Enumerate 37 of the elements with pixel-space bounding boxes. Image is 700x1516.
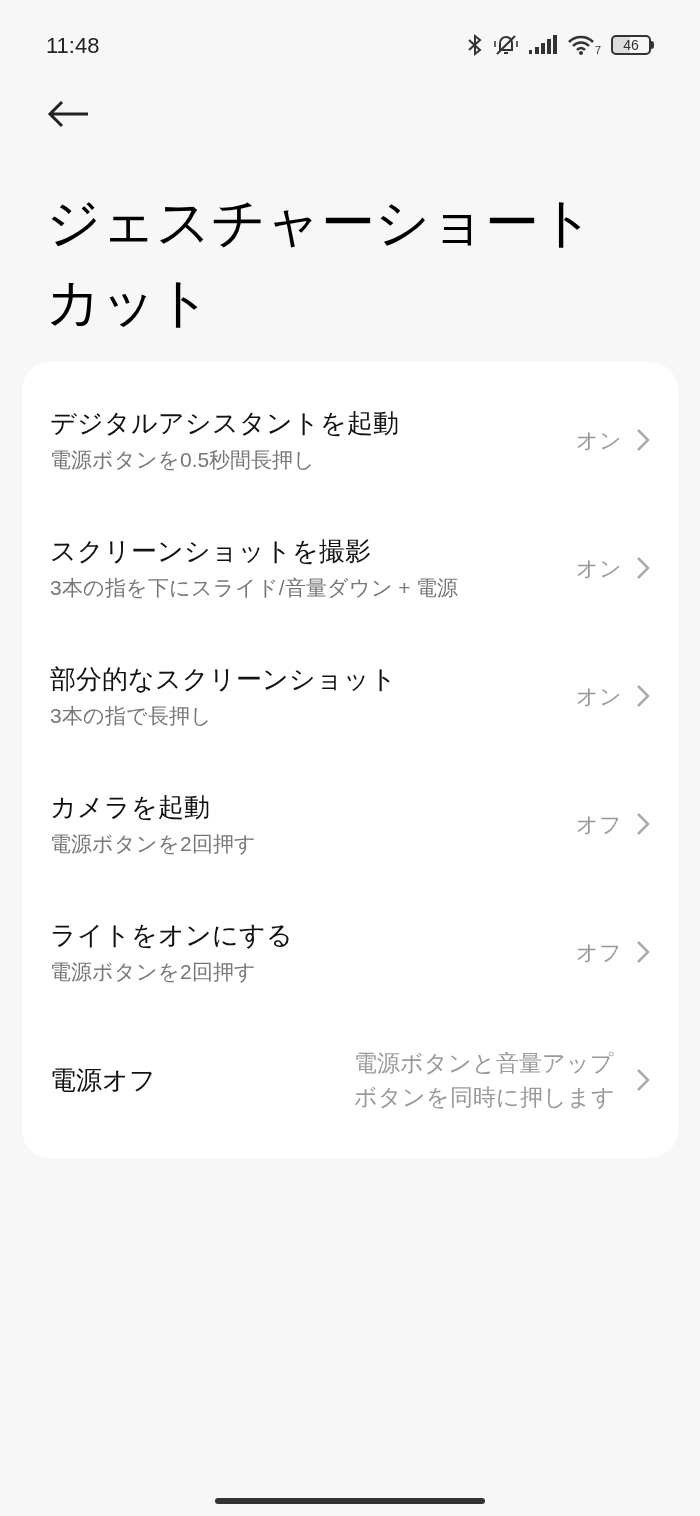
chevron-right-icon — [636, 684, 650, 708]
row-value: 電源ボタンと音量アップボタンを同時に押します — [354, 1049, 616, 1112]
row-title: 部分的なスクリーンショット — [50, 663, 397, 696]
settings-row[interactable]: 電源オフ 電源ボタンと音量アップボタンを同時に押します — [22, 1016, 678, 1144]
row-value: オフ — [576, 938, 622, 967]
settings-row[interactable]: ライトをオンにする 電源ボタンを2回押す オフ — [22, 888, 678, 1016]
row-value: オン — [576, 426, 622, 455]
wifi-standard-label: 7 — [594, 45, 601, 56]
row-subtitle: 3本の指で長押し — [50, 703, 213, 729]
page-title: ジェスチャーショートカット — [46, 191, 595, 334]
row-title: スクリーンショットを撮影 — [50, 535, 372, 568]
row-value: オン — [576, 554, 622, 583]
wifi-icon — [566, 34, 595, 56]
battery-icon: 46 — [611, 35, 651, 55]
row-title: カメラを起動 — [50, 791, 211, 824]
chevron-right-icon — [636, 812, 650, 836]
settings-row[interactable]: スクリーンショットを撮影 3本の指を下にスライド/音量ダウン + 電源 オン — [22, 504, 678, 632]
row-subtitle: 電源ボタンを2回押す — [50, 831, 256, 857]
status-time: 11:48 — [46, 31, 100, 60]
settings-row[interactable]: カメラを起動 電源ボタンを2回押す オフ — [22, 760, 678, 888]
chevron-right-icon — [636, 556, 650, 580]
row-value: オン — [576, 682, 622, 711]
settings-row[interactable]: 部分的なスクリーンショット 3本の指で長押し オン — [22, 632, 678, 760]
row-title: デジタルアシスタントを起動 — [50, 407, 399, 440]
back-arrow-icon[interactable] — [46, 100, 90, 128]
row-value: オフ — [576, 810, 622, 839]
row-title: 電源オフ — [50, 1064, 156, 1097]
signal-icon — [528, 35, 557, 55]
row-subtitle: 電源ボタンを0.5秒間長押し — [50, 447, 317, 473]
chevron-right-icon — [636, 428, 650, 452]
row-title: ライトをオンにする — [50, 919, 293, 952]
settings-row[interactable]: デジタルアシスタントを起動 電源ボタンを0.5秒間長押し オン — [22, 376, 678, 504]
bluetooth-icon — [466, 33, 483, 57]
row-subtitle: 電源ボタンを2回押す — [50, 959, 257, 985]
chevron-right-icon — [636, 940, 650, 964]
chevron-right-icon — [636, 1068, 650, 1092]
row-subtitle: 3本の指を下にスライド/音量ダウン + 電源 — [50, 575, 459, 601]
